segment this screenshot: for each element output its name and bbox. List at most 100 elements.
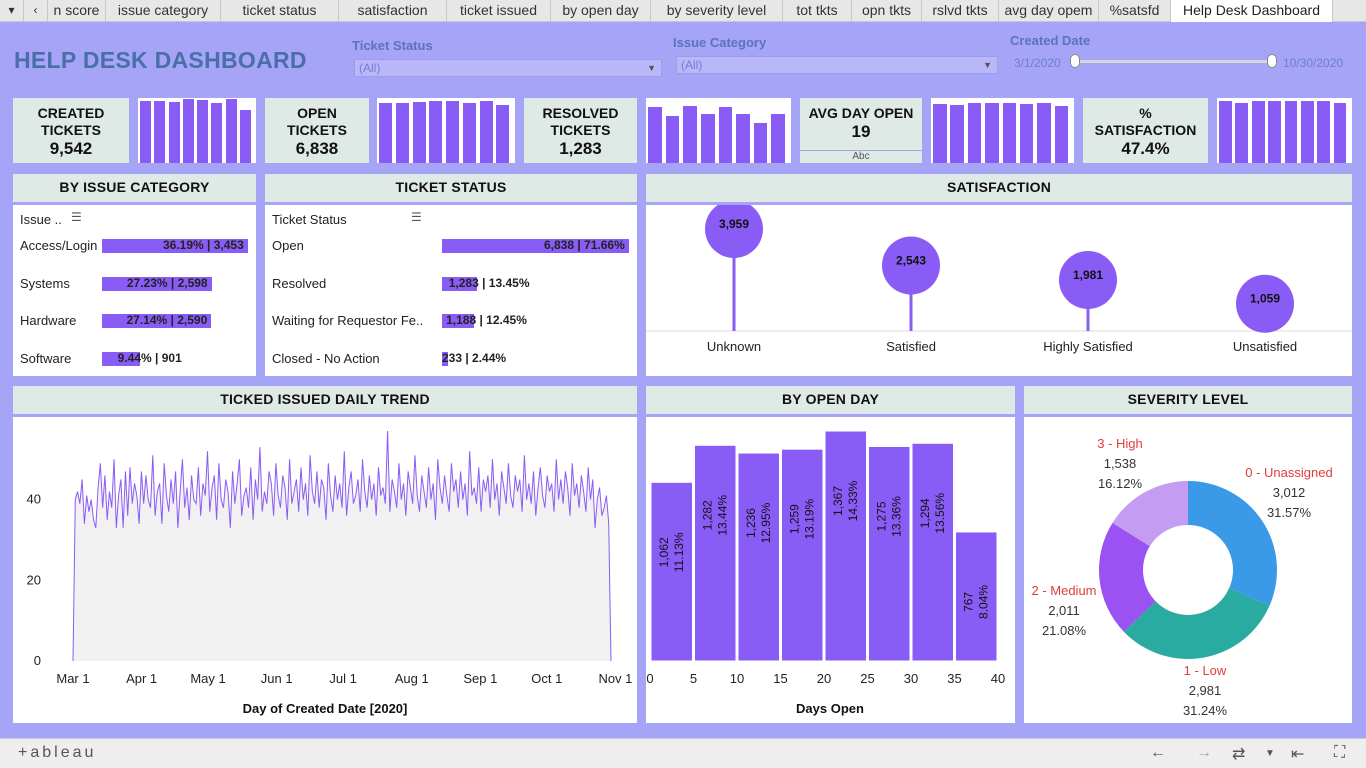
- histogram-bar[interactable]: [824, 430, 867, 662]
- severity-name-label: 3 - High: [1097, 436, 1143, 451]
- sheet-tab[interactable]: satisfaction: [339, 0, 447, 22]
- bar-count-label: 1,236: [744, 508, 758, 538]
- x-tick-label: 0: [646, 671, 653, 686]
- sort-icon[interactable]: ☰: [411, 210, 422, 224]
- bar-value-label: 6,838 | 71.66%: [544, 238, 625, 252]
- sparkline-bar: [648, 107, 662, 163]
- tableau-logo: +ableau: [18, 744, 97, 761]
- chevron-down-icon: ▼: [647, 63, 656, 73]
- issue-category-dropdown[interactable]: (All) ▼: [676, 56, 998, 74]
- sparkline-bar: [197, 99, 209, 163]
- histogram-bar[interactable]: [911, 442, 954, 662]
- bar-value-label: 27.14% | 2,590: [126, 313, 208, 327]
- sparkline-bar: [1317, 100, 1331, 163]
- bar-value-label: 36.19% | 3,453: [163, 238, 244, 252]
- bar-percent-label: 14.33%: [846, 480, 860, 521]
- sparkline-bar: [1219, 101, 1232, 163]
- sparkline-bar: [683, 105, 697, 163]
- revert-icon[interactable]: ⇄: [1232, 744, 1245, 764]
- sort-icon[interactable]: ☰: [71, 210, 82, 224]
- sparkline-bar: [168, 101, 180, 163]
- lollipop-head[interactable]: [705, 200, 763, 258]
- bar-percent-label: 13.44%: [715, 495, 729, 536]
- sheet-tab[interactable]: avg day opem: [999, 0, 1099, 22]
- sparkline-bar: [1054, 105, 1069, 163]
- redo-icon[interactable]: →: [1196, 744, 1212, 762]
- sheet-tab[interactable]: tot tkts: [783, 0, 852, 22]
- x-tick-label: Aug 1: [395, 671, 429, 686]
- row-label: Waiting for Requestor Fe..: [272, 313, 424, 328]
- sheet-tab[interactable]: issue category: [106, 0, 221, 22]
- kpi-sat-label1: %: [1139, 105, 1152, 121]
- kpi-resolved-label1: RESOLVED: [542, 105, 619, 121]
- date-slider-track[interactable]: [1075, 60, 1275, 63]
- histogram-bar[interactable]: [868, 445, 911, 662]
- kpi-created-label2: TICKETS: [41, 122, 101, 138]
- donut-slice[interactable]: [1188, 481, 1277, 606]
- sparkline-bar: [211, 103, 223, 163]
- tab-list-chevron-icon[interactable]: ▾: [0, 0, 24, 22]
- bar-count-label: 1,282: [700, 500, 714, 530]
- date-slider-start-handle[interactable]: [1070, 54, 1080, 68]
- created-date-filter-label: Created Date: [1010, 33, 1091, 48]
- histogram-bar[interactable]: [737, 452, 780, 662]
- sparkline-bar: [753, 122, 768, 163]
- kpi-avg-day-open: AVG DAY OPEN 19: [800, 98, 922, 150]
- bar-count-label: 1,294: [918, 498, 932, 528]
- sheet-tab[interactable]: Help Desk Dashboard: [1171, 0, 1333, 22]
- sparkline-avg: [931, 98, 1074, 163]
- undo-icon[interactable]: ←: [1150, 744, 1166, 762]
- revert-menu-chevron-icon[interactable]: ▼: [1265, 748, 1275, 759]
- kpi-satisfaction: % SATISFACTION 47.4%: [1083, 98, 1208, 163]
- kpi-created-label1: CREATED: [37, 105, 105, 121]
- sheet-tab[interactable]: ticket issued: [447, 0, 551, 22]
- sheet-tab[interactable]: by open day: [551, 0, 651, 22]
- tab-scroll-left-icon[interactable]: ‹: [24, 0, 48, 22]
- sparkline-bar: [1251, 100, 1265, 163]
- sheet-tab-bar: ▾ ‹ n score issue category ticket status sati…: [0, 0, 1366, 22]
- severity-name-label: 0 - Unassigned: [1245, 465, 1332, 480]
- bar-percent-label: 13.36%: [889, 496, 903, 537]
- sheet-tab[interactable]: n score: [48, 0, 106, 22]
- sparkline-bar: [379, 103, 393, 163]
- severity-percent-label: 31.57%: [1267, 505, 1312, 520]
- histogram-bar[interactable]: [781, 448, 824, 662]
- sparkline-bar: [395, 103, 409, 163]
- satisfaction-category-label: Unsatisfied: [1233, 339, 1297, 354]
- sheet-tab[interactable]: rslvd tkts: [922, 0, 999, 22]
- sheet-tab[interactable]: opn tkts: [852, 0, 922, 22]
- sheet-tab[interactable]: %satsfd: [1099, 0, 1171, 22]
- ticket-status-dropdown[interactable]: (All) ▼: [354, 59, 662, 77]
- sparkline-bar: [950, 104, 964, 163]
- issue-category-dropdown-value: (All): [681, 58, 703, 72]
- tableau-toolbar: +ableau ← → ⇄ ▼ ⇤ ⛶: [0, 738, 1366, 768]
- sparkline-bar: [771, 113, 786, 163]
- lollipop-value: 1,059: [1250, 292, 1280, 306]
- pause-updates-icon[interactable]: ⇤: [1291, 744, 1304, 764]
- bar-value-label: 27.23% | 2,598: [126, 275, 208, 290]
- ticket-status-header: TICKET STATUS: [265, 174, 637, 202]
- date-slider-end-handle[interactable]: [1267, 54, 1277, 68]
- bar-percent-label: 12.95%: [759, 502, 773, 543]
- x-tick-label: Apr 1: [126, 671, 157, 686]
- sheet-tab[interactable]: by severity level: [651, 0, 783, 22]
- fullscreen-icon[interactable]: ⛶: [1334, 744, 1345, 762]
- kpi-resolved-tickets: RESOLVED TICKETS 1,283: [524, 98, 637, 163]
- date-range-start: 3/1/2020: [1014, 56, 1061, 70]
- kpi-sat-value: 47.4%: [1121, 139, 1170, 158]
- row-label: Open: [272, 238, 304, 253]
- lollipop-value: 1,981: [1073, 268, 1103, 282]
- x-tick-label: 20: [817, 671, 831, 686]
- row-label: Closed - No Action: [272, 350, 380, 366]
- lollipop-value: 3,959: [719, 217, 749, 231]
- sparkline-bar: [1333, 103, 1347, 163]
- bar-count-label: 1,259: [787, 504, 801, 534]
- sparkline-bar: [985, 103, 999, 163]
- sparkline-bar: [933, 103, 947, 163]
- histogram-bar[interactable]: [694, 444, 737, 662]
- sparkline-resolved: [646, 98, 791, 163]
- sheet-tab[interactable]: ticket status: [221, 0, 339, 22]
- sparkline-bar: [1002, 103, 1017, 163]
- y-tick-label: 20: [27, 572, 41, 587]
- kpi-sat-label2: SATISFACTION: [1094, 122, 1197, 138]
